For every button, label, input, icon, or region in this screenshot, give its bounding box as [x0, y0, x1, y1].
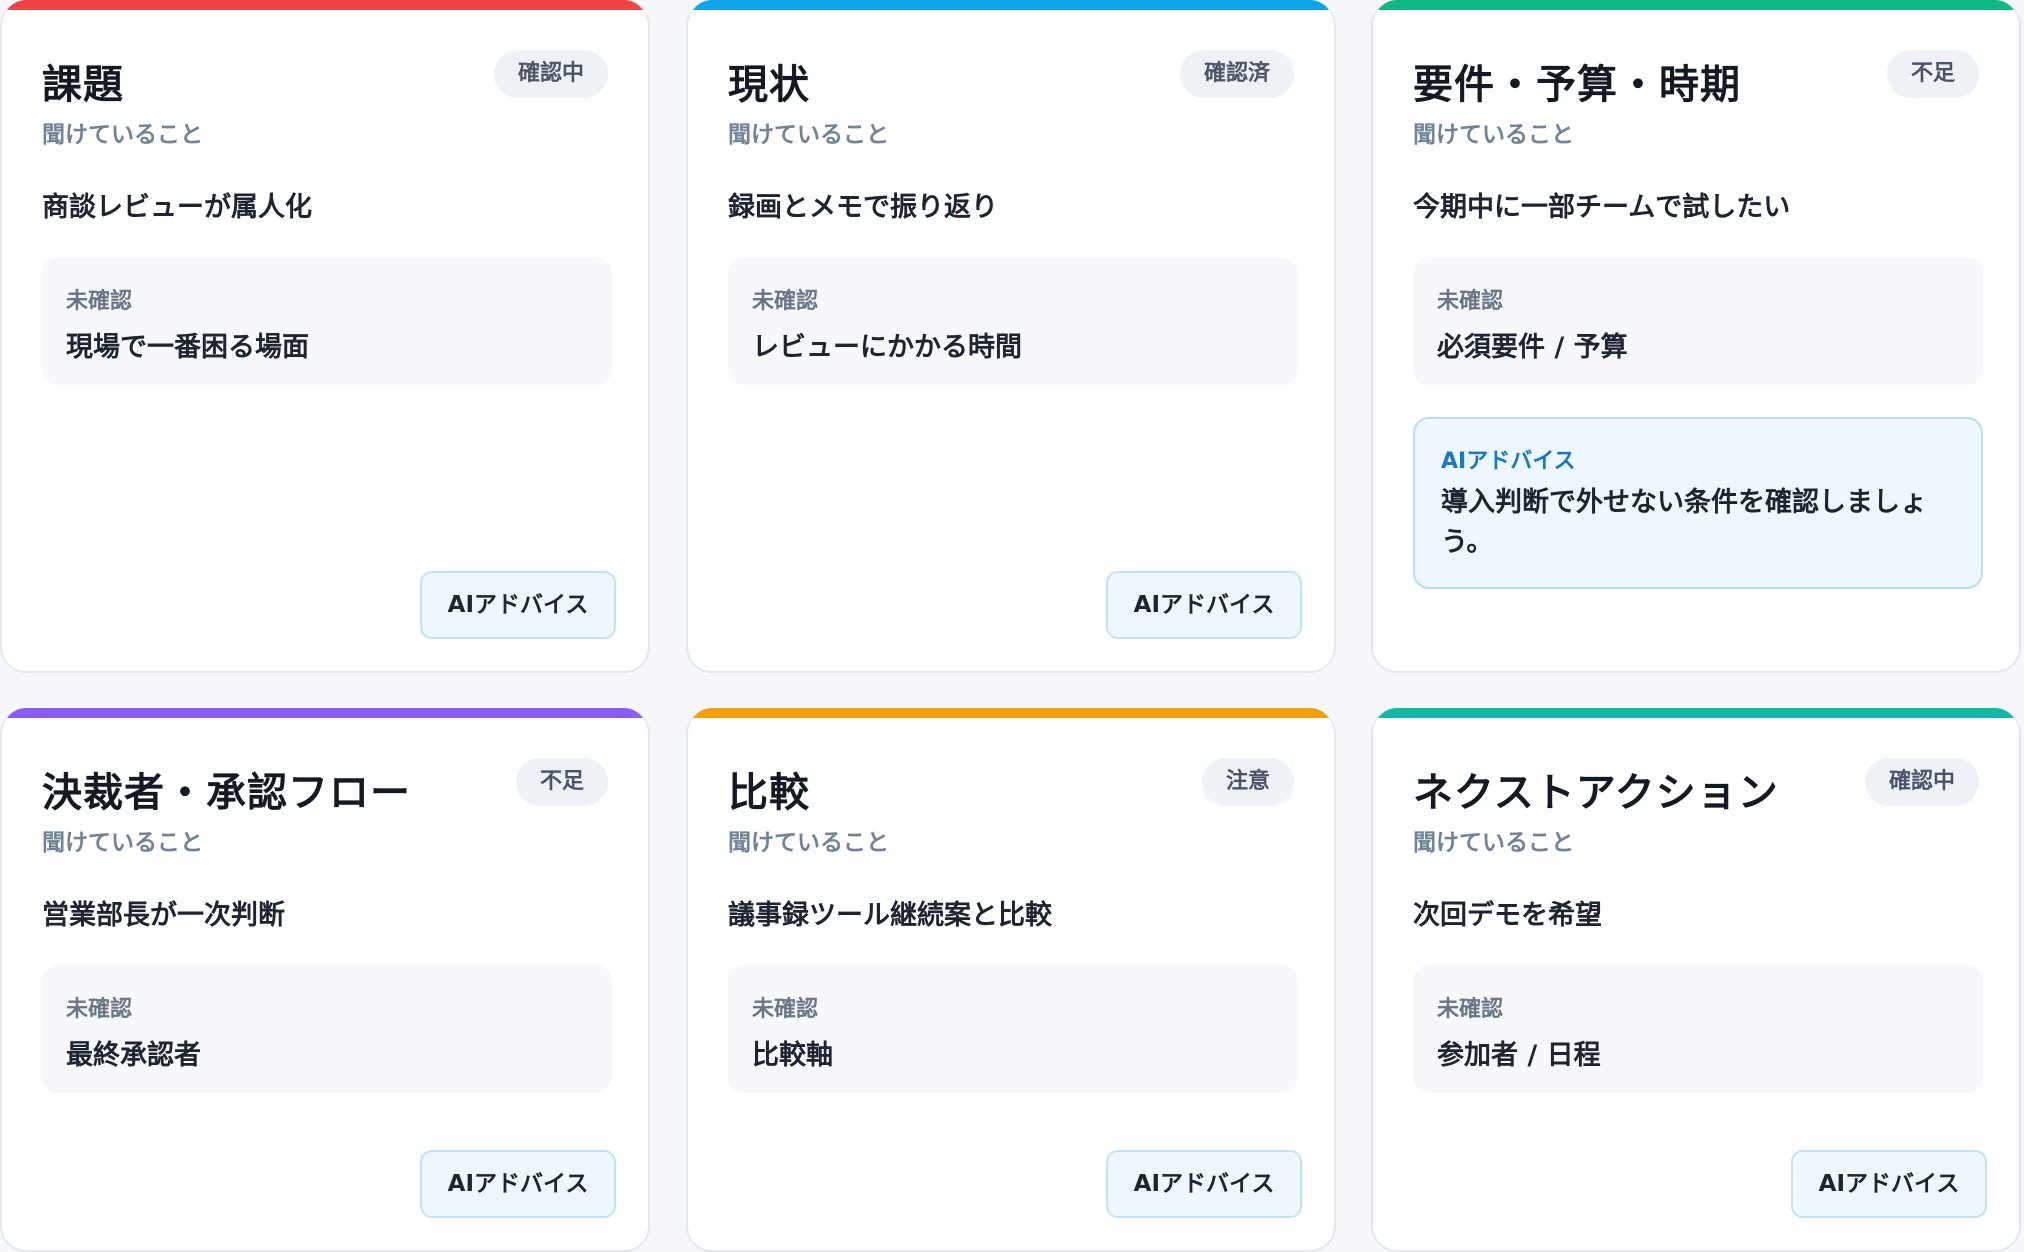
heard-value: 次回デモを希望 — [1413, 900, 1602, 931]
card-accent-bar — [2, 708, 648, 718]
card-title: 比較 — [728, 770, 810, 816]
unconfirmed-box: 未確認 参加者 / 日程 — [1413, 965, 1983, 1093]
card-issue: 課題 確認中 聞けていること 商談レビューが属人化 未確認 現場で一番困る場面 … — [0, 0, 650, 673]
unconfirmed-label: 未確認 — [752, 997, 819, 1022]
card-decision-maker-approval-flow: 決裁者・承認フロー 不足 聞けていること 営業部長が一次判断 未確認 最終承認者… — [0, 708, 650, 1252]
card-accent-bar — [1373, 708, 2019, 718]
card-accent-bar — [688, 708, 1334, 718]
card-accent-bar — [688, 0, 1334, 10]
unconfirmed-box: 未確認 必須要件 / 予算 — [1413, 257, 1983, 385]
card-next-action: ネクストアクション 確認中 聞けていること 次回デモを希望 未確認 参加者 / … — [1371, 708, 2021, 1252]
card-title: ネクストアクション — [1413, 770, 1779, 816]
unconfirmed-label: 未確認 — [1437, 997, 1504, 1022]
card-title: 要件・予算・時期 — [1413, 62, 1741, 108]
heard-value: 商談レビューが属人化 — [42, 192, 312, 223]
heard-value: 録画とメモで振り返り — [728, 192, 998, 223]
status-badge: 確認中 — [493, 50, 608, 98]
unconfirmed-label: 未確認 — [752, 289, 819, 314]
heard-label: 聞けていること — [42, 830, 203, 856]
card-requirements-budget-timing: 要件・予算・時期 不足 聞けていること 今期中に一部チームで試したい 未確認 必… — [1371, 0, 2021, 673]
card-title: 課題 — [42, 62, 124, 108]
card-accent-bar — [2, 0, 648, 10]
card-current-state: 現状 確認済 聞けていること 録画とメモで振り返り 未確認 レビューにかかる時間… — [686, 0, 1336, 673]
card-title: 決裁者・承認フロー — [42, 770, 411, 816]
ai-advice-button[interactable]: AIアドバイス — [1791, 1150, 1987, 1218]
ai-advice-text: 導入判断で外せない条件を確認しましょう。 — [1441, 487, 1927, 558]
status-badge: 不足 — [1886, 50, 1979, 98]
heard-label: 聞けていること — [728, 830, 889, 856]
unconfirmed-label: 未確認 — [1437, 289, 1504, 314]
ai-advice-label: AIアドバイス — [1441, 449, 1576, 474]
status-badge: 確認中 — [1864, 758, 1979, 806]
unconfirmed-value: 比較軸 — [752, 1040, 833, 1071]
unconfirmed-box: 未確認 最終承認者 — [42, 965, 612, 1093]
ai-advice-button[interactable]: AIアドバイス — [1106, 1150, 1302, 1218]
status-badge: 確認済 — [1179, 50, 1294, 98]
heard-label: 聞けていること — [1413, 122, 1574, 148]
unconfirmed-value: 必須要件 / 予算 — [1437, 332, 1628, 363]
unconfirmed-value: 最終承認者 — [66, 1040, 201, 1071]
heard-label: 聞けていること — [728, 122, 889, 148]
heard-label: 聞けていること — [42, 122, 203, 148]
ai-advice-button[interactable]: AIアドバイス — [1106, 571, 1302, 639]
unconfirmed-label: 未確認 — [66, 997, 133, 1022]
card-comparison: 比較 注意 聞けていること 議事録ツール継続案と比較 未確認 比較軸 AIアドバ… — [686, 708, 1336, 1252]
card-accent-bar — [1373, 0, 2019, 10]
unconfirmed-label: 未確認 — [66, 289, 133, 314]
unconfirmed-value: 現場で一番困る場面 — [66, 332, 309, 363]
status-badge: 不足 — [515, 758, 608, 806]
unconfirmed-value: レビューにかかる時間 — [752, 332, 1022, 363]
unconfirmed-value: 参加者 / 日程 — [1437, 1040, 1601, 1071]
ai-advice-panel: AIアドバイス 導入判断で外せない条件を確認しましょう。 — [1413, 417, 1983, 589]
ai-advice-button[interactable]: AIアドバイス — [420, 1150, 616, 1218]
status-badge: 注意 — [1201, 758, 1294, 806]
card-title: 現状 — [728, 62, 810, 108]
heard-label: 聞けていること — [1413, 830, 1574, 856]
heard-value: 営業部長が一次判断 — [42, 900, 285, 931]
unconfirmed-box: 未確認 レビューにかかる時間 — [728, 257, 1298, 385]
unconfirmed-box: 未確認 比較軸 — [728, 965, 1298, 1093]
heard-value: 議事録ツール継続案と比較 — [728, 900, 1052, 931]
unconfirmed-box: 未確認 現場で一番困る場面 — [42, 257, 612, 385]
heard-value: 今期中に一部チームで試したい — [1413, 192, 1791, 223]
ai-advice-button[interactable]: AIアドバイス — [420, 571, 616, 639]
